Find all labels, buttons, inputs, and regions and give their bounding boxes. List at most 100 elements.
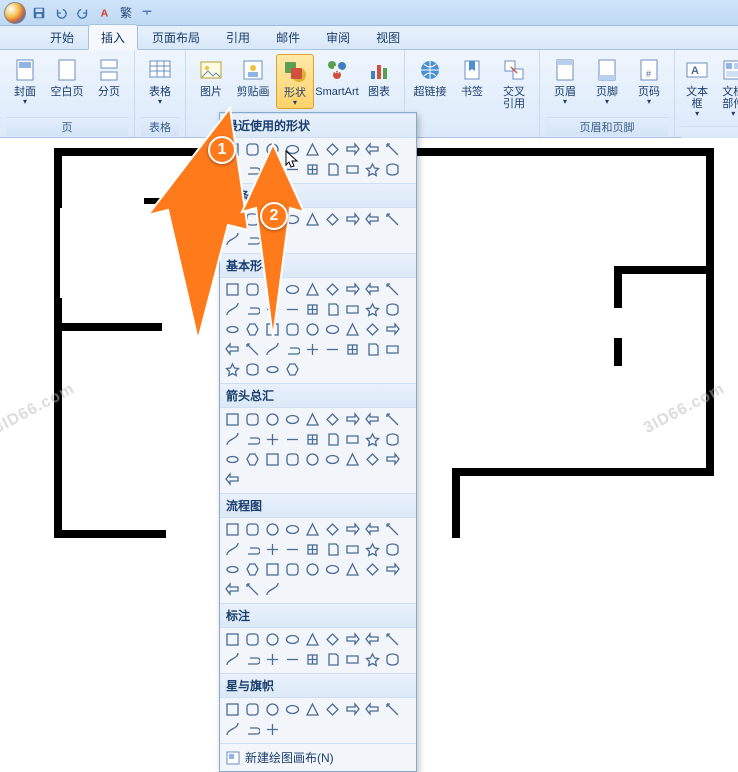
shape-swatch[interactable] [344, 541, 361, 558]
shape-swatch[interactable] [384, 321, 401, 338]
shape-swatch[interactable] [224, 301, 241, 318]
shape-swatch[interactable] [304, 521, 321, 538]
shape-swatch[interactable] [244, 211, 261, 228]
shape-swatch[interactable] [284, 631, 301, 648]
shape-swatch[interactable] [364, 341, 381, 358]
shape-swatch[interactable] [344, 411, 361, 428]
quickparts-button[interactable]: 文档部件▾ [717, 54, 738, 119]
tab-page-layout[interactable]: 页面布局 [140, 25, 212, 49]
qat-more-icon[interactable] [138, 4, 156, 22]
shape-swatch[interactable] [224, 721, 241, 738]
shape-swatch[interactable] [244, 521, 261, 538]
shape-swatch[interactable] [344, 701, 361, 718]
shape-swatch[interactable] [244, 301, 261, 318]
shape-swatch[interactable] [264, 231, 281, 248]
shape-swatch[interactable] [264, 411, 281, 428]
shape-swatch[interactable] [244, 701, 261, 718]
shape-swatch[interactable] [324, 541, 341, 558]
shape-swatch[interactable] [224, 281, 241, 298]
shape-swatch[interactable] [244, 141, 261, 158]
shape-swatch[interactable] [264, 361, 281, 378]
shape-swatch[interactable] [364, 141, 381, 158]
shape-swatch[interactable] [364, 321, 381, 338]
shape-swatch[interactable] [344, 281, 361, 298]
shape-swatch[interactable] [364, 411, 381, 428]
shape-swatch[interactable] [244, 431, 261, 448]
shape-swatch[interactable] [324, 341, 341, 358]
bookmark-button[interactable]: 书签 [453, 54, 491, 100]
shape-swatch[interactable] [264, 651, 281, 668]
picture-button[interactable]: 图片 [192, 54, 230, 100]
smartart-button[interactable]: SmartArt [318, 54, 356, 100]
shape-swatch[interactable] [244, 411, 261, 428]
shape-swatch[interactable] [324, 211, 341, 228]
shape-swatch[interactable] [384, 651, 401, 668]
shape-swatch[interactable] [344, 521, 361, 538]
shape-swatch[interactable] [244, 721, 261, 738]
shape-swatch[interactable] [224, 521, 241, 538]
shape-swatch[interactable] [384, 561, 401, 578]
shape-swatch[interactable] [384, 211, 401, 228]
blank-page-button[interactable]: 空白页 [48, 54, 86, 100]
tab-review[interactable]: 审阅 [314, 25, 362, 49]
shape-swatch[interactable] [284, 301, 301, 318]
shape-swatch[interactable] [344, 341, 361, 358]
shape-swatch[interactable] [264, 451, 281, 468]
shape-swatch[interactable] [284, 521, 301, 538]
shape-swatch[interactable] [224, 701, 241, 718]
shape-swatch[interactable] [384, 411, 401, 428]
shape-swatch[interactable] [224, 451, 241, 468]
shape-swatch[interactable] [304, 211, 321, 228]
shape-swatch[interactable] [224, 431, 241, 448]
shape-swatch[interactable] [304, 161, 321, 178]
shape-swatch[interactable] [264, 721, 281, 738]
shapes-button[interactable]: 形状▾ [276, 54, 314, 109]
shape-swatch[interactable] [284, 451, 301, 468]
footer-button[interactable]: 页脚▾ [588, 54, 626, 107]
shape-swatch[interactable] [284, 541, 301, 558]
shape-swatch[interactable] [224, 211, 241, 228]
shape-swatch[interactable] [344, 161, 361, 178]
shape-swatch[interactable] [244, 321, 261, 338]
pagenum-button[interactable]: # 页码▾ [630, 54, 668, 107]
qat-undo-icon[interactable] [52, 4, 70, 22]
shape-swatch[interactable] [224, 141, 241, 158]
shape-swatch[interactable] [224, 471, 241, 488]
shape-swatch[interactable] [384, 301, 401, 318]
shape-swatch[interactable] [364, 211, 381, 228]
shape-swatch[interactable] [364, 561, 381, 578]
shape-swatch[interactable] [324, 651, 341, 668]
shape-swatch[interactable] [384, 541, 401, 558]
tab-mailings[interactable]: 邮件 [264, 25, 312, 49]
tab-home[interactable]: 开始 [38, 25, 86, 49]
shape-swatch[interactable] [304, 301, 321, 318]
shape-swatch[interactable] [264, 161, 281, 178]
shape-swatch[interactable] [384, 141, 401, 158]
cover-page-button[interactable]: 封面▾ [6, 54, 44, 107]
shape-swatch[interactable] [304, 541, 321, 558]
shape-swatch[interactable] [364, 651, 381, 668]
shape-swatch[interactable] [304, 701, 321, 718]
tab-references[interactable]: 引用 [214, 25, 262, 49]
shape-swatch[interactable] [284, 701, 301, 718]
shape-swatch[interactable] [224, 561, 241, 578]
shape-swatch[interactable] [244, 361, 261, 378]
crossref-button[interactable]: 交叉 引用 [495, 54, 533, 112]
shape-swatch[interactable] [304, 561, 321, 578]
shape-swatch[interactable] [224, 231, 241, 248]
shape-swatch[interactable] [224, 321, 241, 338]
shape-swatch[interactable] [384, 631, 401, 648]
shape-swatch[interactable] [244, 161, 261, 178]
shape-swatch[interactable] [224, 361, 241, 378]
shape-swatch[interactable] [284, 361, 301, 378]
shape-swatch[interactable] [244, 651, 261, 668]
shape-swatch[interactable] [264, 581, 281, 598]
shape-swatch[interactable] [344, 631, 361, 648]
shape-swatch[interactable] [304, 141, 321, 158]
shape-swatch[interactable] [344, 321, 361, 338]
shape-swatch[interactable] [284, 281, 301, 298]
shape-swatch[interactable] [304, 431, 321, 448]
shape-swatch[interactable] [264, 431, 281, 448]
shape-swatch[interactable] [364, 431, 381, 448]
shape-swatch[interactable] [384, 281, 401, 298]
